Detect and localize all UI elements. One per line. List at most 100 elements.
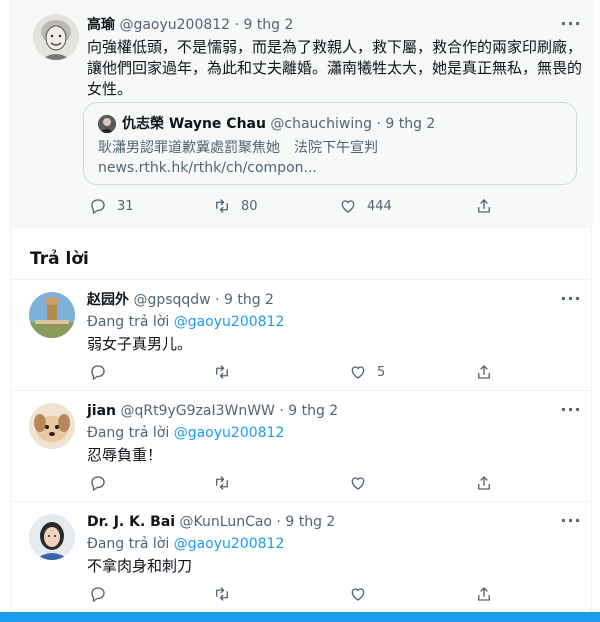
reply-button[interactable]	[89, 474, 213, 492]
avatar[interactable]	[29, 514, 75, 560]
like-count: 5	[377, 364, 386, 380]
author-name[interactable]: Dr. J. K. Bai	[87, 514, 175, 530]
avatar[interactable]	[29, 403, 75, 449]
author-name[interactable]: 赵园外	[87, 292, 129, 308]
tweet-actions	[89, 474, 493, 492]
tweet-header: Dr. J. K. Bai @KunLunCao · 9 thg 2	[87, 512, 335, 532]
reply-button[interactable]	[89, 363, 213, 381]
quote-text: 耿瀟男認罪道歉冀處罰聚焦她 法院下午宣判	[98, 140, 378, 156]
reply-count: 31	[117, 198, 134, 214]
replying-to: Đang trả lời @gaoyu200812	[87, 534, 284, 554]
like-icon	[351, 366, 365, 379]
author-name[interactable]: jian	[87, 403, 116, 419]
tweet-text-line: 讓他們回家過年，為此和丈夫離婚。瀟南犧牲太大，她是真正無私，無畏的	[87, 59, 583, 77]
quoted-tweet[interactable]: 仇志榮 Wayne Chau @chauchiwing · 9 thg 2 耿瀟…	[83, 102, 577, 185]
separator: ·	[376, 116, 381, 132]
tweet-date[interactable]: 9 thg 2	[243, 17, 293, 33]
author-handle[interactable]: @gaoyu200812	[119, 17, 230, 33]
avatar-dog-icon	[29, 403, 75, 449]
separator: ·	[279, 403, 284, 419]
main-tweet[interactable]: 高瑜 @gaoyu200812 · 9 thg 2 ··· 向強權低頭，不是懦弱…	[11, 0, 593, 228]
share-button[interactable]	[475, 585, 493, 603]
author-handle[interactable]: @qRt9yG9zaI3WnWW	[120, 403, 274, 419]
author-handle[interactable]: @KunLunCao	[180, 514, 272, 530]
like-button[interactable]: 5	[349, 363, 475, 381]
retweet-icon	[216, 587, 228, 601]
avatar-landscape-icon	[29, 292, 75, 338]
share-button[interactable]	[475, 363, 493, 381]
reply-tweet[interactable]: 赵园外 @gpsqqdw · 9 thg 2 ··· Đang trả lời …	[11, 279, 593, 390]
tweet-text-line: 女性。	[87, 80, 133, 98]
avatar-portrait-icon	[33, 14, 79, 60]
quote-header: 仇志榮 Wayne Chau @chauchiwing · 9 thg 2	[122, 114, 435, 134]
retweet-button[interactable]: 80	[213, 197, 339, 215]
reply-icon	[91, 476, 105, 491]
avatar-portrait-icon	[98, 115, 116, 133]
like-icon	[351, 588, 365, 601]
tweet-header: 高瑜 @gaoyu200812 · 9 thg 2	[87, 15, 293, 35]
share-icon	[478, 476, 490, 490]
tweet-date[interactable]: 9 thg 2	[224, 292, 274, 308]
replying-to-handle[interactable]: @gaoyu200812	[174, 425, 285, 441]
tweet-actions	[89, 585, 493, 603]
quote-date: 9 thg 2	[385, 116, 436, 132]
bottom-accent-bar	[0, 612, 600, 622]
more-horizontal-icon: ···	[560, 400, 582, 419]
avatar[interactable]	[29, 292, 75, 338]
like-button[interactable]	[349, 474, 475, 492]
retweet-count: 80	[241, 198, 258, 214]
more-options-button[interactable]: ···	[559, 400, 583, 423]
tweet-date[interactable]: 9 thg 2	[285, 514, 335, 530]
like-icon	[351, 477, 365, 490]
more-horizontal-icon: ···	[560, 511, 582, 530]
replying-to-label: Đang trả lời	[87, 536, 170, 552]
more-options-button[interactable]: ···	[559, 289, 583, 312]
separator: ·	[215, 292, 220, 308]
replying-to: Đang trả lời @gaoyu200812	[87, 423, 284, 443]
reply-button[interactable]	[89, 585, 213, 603]
replying-to-label: Đang trả lời	[87, 425, 170, 441]
retweet-button[interactable]	[213, 585, 349, 603]
like-button[interactable]	[349, 585, 475, 603]
retweet-icon	[216, 199, 228, 213]
retweet-button[interactable]	[213, 363, 349, 381]
share-button[interactable]	[475, 474, 493, 492]
like-button[interactable]: 444	[339, 197, 475, 215]
retweet-icon	[216, 476, 228, 490]
reply-icon	[91, 587, 105, 602]
reply-tweet[interactable]: Dr. J. K. Bai @KunLunCao · 9 thg 2 ··· Đ…	[11, 501, 593, 612]
tweet-header: jian @qRt9yG9zaI3WnWW · 9 thg 2	[87, 401, 338, 421]
reply-icon	[91, 365, 105, 380]
tweet-text: 忍辱負重！	[87, 446, 163, 464]
quote-link[interactable]: news.rthk.hk/rthk/ch/compon...	[98, 158, 317, 178]
replying-to: Đang trả lời @gaoyu200812	[87, 312, 284, 332]
tweet-thread: 高瑜 @gaoyu200812 · 9 thg 2 ··· 向強權低頭，不是懦弱…	[10, 0, 593, 612]
retweet-icon	[216, 365, 228, 379]
share-button[interactable]	[475, 197, 493, 215]
more-horizontal-icon: ···	[560, 289, 582, 308]
separator: ·	[234, 17, 239, 33]
more-options-button[interactable]: ···	[559, 16, 583, 37]
like-icon	[341, 200, 355, 213]
reply-tweet[interactable]: jian @qRt9yG9zaI3WnWW · 9 thg 2 ··· Đang…	[11, 390, 593, 501]
tweet-text: 向強權低頭，不是懦弱，而是為了救親人，救下屬，救合作的兩家印刷廠， 讓他們回家過…	[87, 37, 587, 100]
replying-to-handle[interactable]: @gaoyu200812	[174, 536, 285, 552]
avatar-portrait-icon	[29, 514, 75, 560]
author-name[interactable]: 高瑜	[87, 17, 115, 33]
more-options-button[interactable]: ···	[559, 511, 583, 534]
reply-button[interactable]: 31	[89, 197, 213, 215]
retweet-button[interactable]	[213, 474, 349, 492]
tweet-date[interactable]: 9 thg 2	[288, 403, 338, 419]
tweet-header: 赵园外 @gpsqqdw · 9 thg 2	[87, 290, 274, 310]
replying-to-handle[interactable]: @gaoyu200812	[174, 314, 285, 330]
share-icon	[478, 365, 490, 379]
avatar[interactable]	[33, 14, 79, 60]
quote-avatar	[98, 115, 116, 133]
tweet-text-line: 向強權低頭，不是懦弱，而是為了救親人，救下屬，救合作的兩家印刷廠，	[87, 38, 583, 56]
author-handle[interactable]: @gpsqqdw	[133, 292, 210, 308]
tweet-text: 不拿肉身和刺刀	[87, 557, 193, 575]
tweet-actions: 31 80 444	[89, 197, 493, 215]
tweet-actions: 5	[89, 363, 493, 381]
tweet-text: 弱女子真男儿。	[87, 335, 193, 353]
quote-author-name: 仇志榮 Wayne Chau	[122, 116, 266, 132]
